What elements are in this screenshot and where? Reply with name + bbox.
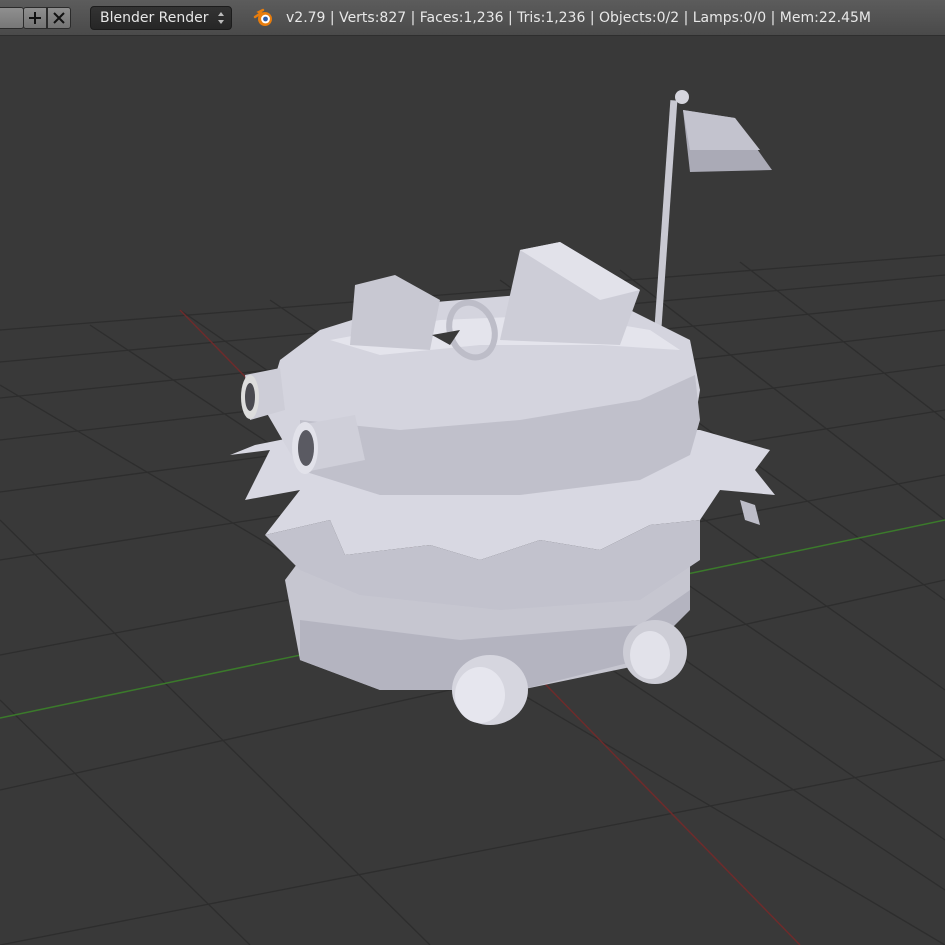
- kart-model: [230, 90, 775, 725]
- scene-selector-stub[interactable]: [0, 7, 24, 29]
- updown-arrows-icon: [218, 12, 224, 24]
- render-engine-value: Blender Render: [100, 10, 209, 26]
- plus-icon: [29, 12, 41, 24]
- scene-statistics: v2.79 | Verts:827 | Faces:1,236 | Tris:1…: [286, 10, 872, 26]
- render-engine-dropdown[interactable]: Blender Render: [90, 6, 232, 30]
- x-icon: [53, 12, 65, 24]
- viewport-canvas: [0, 90, 945, 945]
- info-header: Blender Render v2.79 | Verts:827 | Faces…: [0, 0, 945, 36]
- delete-scene-button[interactable]: [47, 7, 71, 29]
- 3d-viewport[interactable]: [0, 37, 945, 945]
- add-scene-button[interactable]: [23, 7, 47, 29]
- blender-logo-icon: [253, 8, 272, 26]
